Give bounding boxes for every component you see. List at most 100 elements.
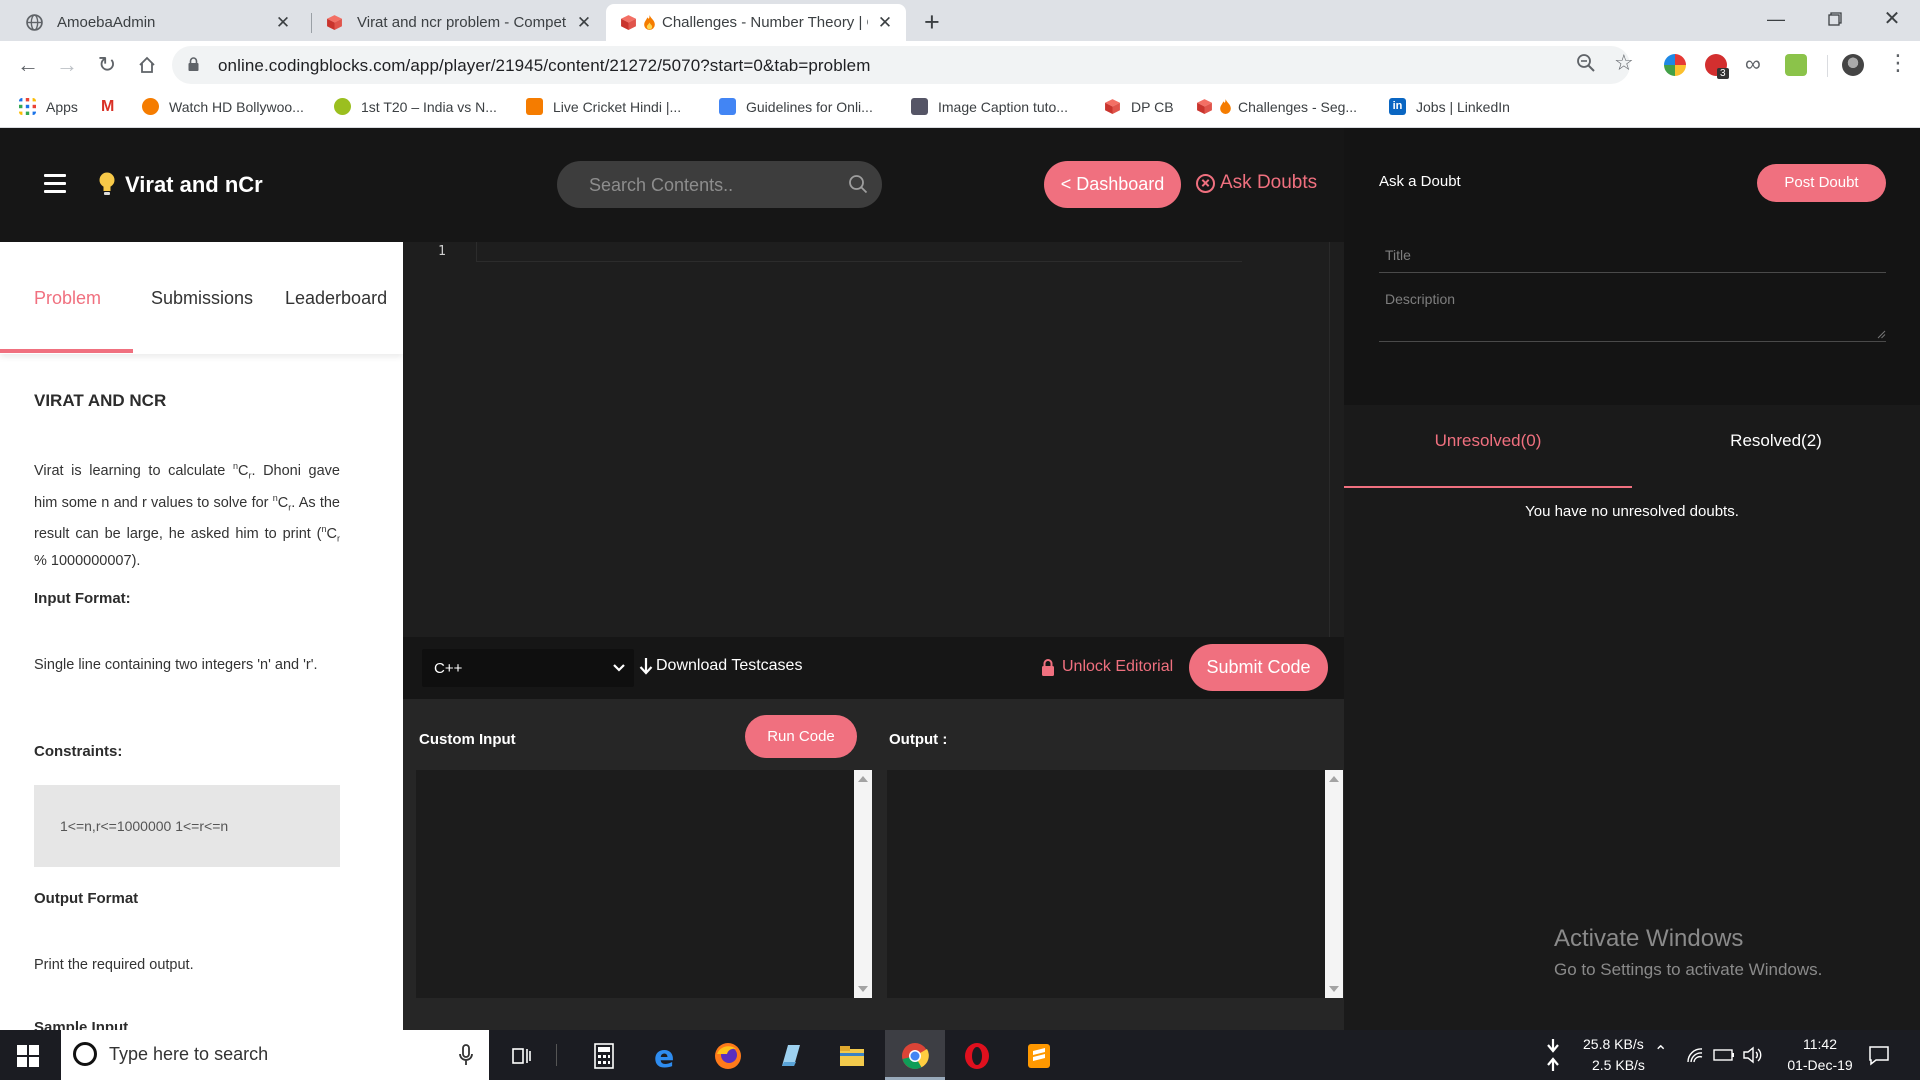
close-tab-icon[interactable]: ✕: [575, 13, 593, 33]
lock-icon: [188, 57, 199, 71]
bookmark-guidelines[interactable]: Guidelines for Onli...: [719, 98, 873, 115]
clock-time[interactable]: 11:42: [1785, 1036, 1855, 1052]
close-window-icon[interactable]: ✕: [1862, 0, 1920, 41]
chrome-menu-icon[interactable]: ⋮: [1887, 50, 1909, 76]
restore-icon[interactable]: [1805, 0, 1865, 41]
file-explorer-icon[interactable]: [836, 1040, 868, 1072]
extension-download-icon[interactable]: [1785, 54, 1807, 76]
code-editor[interactable]: 1: [403, 242, 1344, 637]
bookmark-image-caption[interactable]: Image Caption tuto...: [911, 98, 1068, 115]
output-label: Output :: [889, 731, 948, 748]
search-icon[interactable]: [848, 174, 868, 194]
home-icon[interactable]: [131, 49, 163, 81]
sample-input-heading: Sample Input: [34, 1019, 129, 1030]
unlock-editorial-label: Unlock Editorial: [1062, 658, 1174, 675]
blogger-icon: [526, 98, 543, 115]
profile-avatar[interactable]: [1842, 54, 1864, 76]
output-format-heading: Output Format: [34, 890, 139, 907]
tab-title: AmoebaAdmin: [57, 14, 156, 31]
sublime-text-icon[interactable]: [1023, 1040, 1055, 1072]
battery-icon[interactable]: [1713, 1049, 1735, 1061]
reload-icon[interactable]: ↻: [91, 49, 123, 81]
search-input[interactable]: Search Contents..: [557, 161, 882, 208]
bookmark-bollywood[interactable]: Watch HD Bollywoo...: [142, 98, 304, 115]
dashboard-button[interactable]: < Dashboard: [1044, 161, 1181, 208]
output-scrollbar[interactable]: [1325, 770, 1343, 998]
doubt-title-input[interactable]: Title: [1379, 236, 1886, 273]
extension-badge: 3: [1717, 68, 1729, 79]
zoom-icon[interactable]: [1576, 53, 1596, 79]
submit-code-button[interactable]: Submit Code: [1189, 644, 1328, 691]
extension-colorball-icon[interactable]: [1664, 54, 1686, 76]
new-tab-icon[interactable]: +: [924, 7, 940, 38]
close-tab-icon[interactable]: ✕: [274, 13, 292, 33]
download-testcases-link[interactable]: Download Testcases: [639, 657, 802, 675]
back-icon[interactable]: ←: [12, 49, 44, 81]
download-testcases-label: Download Testcases: [656, 657, 803, 674]
notepad-icon[interactable]: [774, 1040, 806, 1072]
run-code-button[interactable]: Run Code: [745, 715, 857, 758]
output-textarea[interactable]: [887, 770, 1325, 998]
browser-tab-amoeba[interactable]: AmoebaAdmin ✕: [0, 4, 304, 41]
minimize-icon[interactable]: —: [1746, 0, 1806, 41]
browser-tab-virat-ncr[interactable]: Virat and ncr problem - Competitive ✕: [300, 4, 605, 41]
tab-submissions[interactable]: Submissions: [151, 288, 253, 309]
microphone-icon[interactable]: [459, 1044, 473, 1066]
custom-input-scrollbar[interactable]: [854, 770, 872, 998]
forward-icon[interactable]: →: [51, 49, 83, 81]
language-select[interactable]: C++: [422, 649, 634, 687]
play-icon: [142, 98, 159, 115]
page-title: Virat and nCr: [125, 172, 263, 197]
opera-icon[interactable]: [961, 1040, 993, 1072]
docs-icon: [719, 98, 736, 115]
edge-icon[interactable]: e: [650, 1040, 682, 1072]
editor-scroll-track: [1329, 242, 1330, 637]
unlock-editorial-link[interactable]: Unlock Editorial: [1041, 658, 1173, 676]
hamburger-menu-icon[interactable]: [44, 174, 66, 198]
tab-leaderboard[interactable]: Leaderboard: [285, 288, 387, 309]
resize-handle-icon[interactable]: [1877, 330, 1886, 339]
extension-infinity-icon[interactable]: ∞: [1745, 51, 1761, 77]
output-panel: Output :: [875, 699, 1344, 1030]
linkedin-icon: in: [1389, 98, 1406, 115]
taskbar-divider: [556, 1044, 557, 1066]
tab-unresolved[interactable]: Unresolved(0): [1344, 431, 1632, 451]
action-center-icon[interactable]: [1868, 1044, 1890, 1066]
flame-icon: [1220, 99, 1231, 114]
bookmark-t20[interactable]: 1st T20 – India vs N...: [334, 98, 497, 115]
browser-tab-challenges[interactable]: Challenges - Number Theory | CB ✕: [606, 4, 906, 41]
volume-icon[interactable]: [1742, 1046, 1762, 1064]
bookmark-linkedin[interactable]: in Jobs | LinkedIn: [1389, 98, 1510, 115]
bookmark-dp-cb[interactable]: DP CB: [1104, 98, 1174, 115]
active-tab-indicator: [1344, 486, 1632, 488]
tab-resolved[interactable]: Resolved(2): [1632, 431, 1920, 451]
show-hidden-icons-icon[interactable]: ⌃: [1654, 1042, 1667, 1062]
calculator-icon[interactable]: [588, 1040, 620, 1072]
ask-doubts-link[interactable]: Ask Doubts: [1196, 172, 1317, 194]
editor-current-line[interactable]: [476, 242, 1242, 262]
firefox-icon[interactable]: [712, 1040, 744, 1072]
clock-date[interactable]: 01-Dec-19: [1775, 1057, 1865, 1073]
wifi-icon[interactable]: [1686, 1047, 1704, 1063]
doubt-description-input[interactable]: Description: [1379, 285, 1886, 342]
bookmark-star-icon[interactable]: ☆: [1614, 50, 1634, 76]
bookmark-challenges-seg[interactable]: Challenges - Seg...: [1196, 98, 1357, 115]
chevron-down-icon: [613, 664, 625, 672]
ask-doubts-label: Ask Doubts: [1220, 172, 1318, 193]
chrome-icon[interactable]: [899, 1040, 931, 1072]
close-tab-icon[interactable]: ✕: [876, 13, 894, 33]
gmail-icon[interactable]: M: [101, 98, 114, 116]
bookmark-apps[interactable]: Apps: [19, 98, 78, 115]
editor-action-bar: C++ Download Testcases Unlock Editorial …: [403, 637, 1344, 699]
net-up-speed: 2.5 KB/s: [1592, 1057, 1645, 1073]
custom-input-textarea[interactable]: [416, 770, 857, 998]
taskbar-search[interactable]: Type here to search: [61, 1030, 489, 1080]
tab-problem[interactable]: Problem: [34, 288, 101, 309]
post-doubt-button[interactable]: Post Doubt: [1757, 164, 1886, 202]
cortana-icon: [73, 1042, 97, 1066]
bookmark-live-cricket[interactable]: Live Cricket Hindi |...: [526, 98, 681, 115]
task-view-icon[interactable]: [505, 1040, 537, 1072]
windows-start-icon[interactable]: [17, 1045, 39, 1067]
net-down-speed: 25.8 KB/s: [1583, 1036, 1644, 1052]
address-bar[interactable]: online.codingblocks.com/app/player/21945…: [172, 46, 1634, 84]
